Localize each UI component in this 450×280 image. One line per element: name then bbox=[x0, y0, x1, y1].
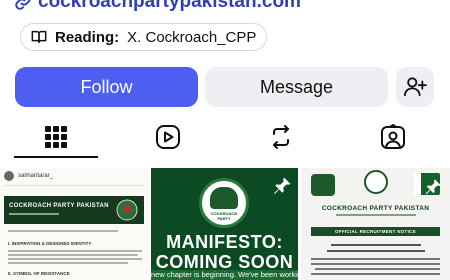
profile-link[interactable]: cockroachpartypakistan.com bbox=[14, 0, 301, 13]
post-header: salmantarar_ bbox=[0, 168, 148, 184]
follow-button[interactable]: Follow bbox=[15, 67, 198, 107]
text-line bbox=[8, 230, 118, 232]
text-line bbox=[327, 250, 425, 252]
party-logo: COCKROACH PARTY bbox=[199, 178, 249, 228]
message-label: Message bbox=[259, 76, 334, 97]
text-line bbox=[315, 268, 440, 270]
logo-text: COCKROACH PARTY bbox=[210, 211, 238, 221]
post-username: salmantarar_ bbox=[18, 173, 54, 179]
caption-strip: new chapter is beginning. We've been wor… bbox=[151, 270, 298, 280]
add-person-icon bbox=[403, 77, 427, 97]
active-tab-indicator bbox=[14, 156, 98, 158]
post-banner: COCKROACH PARTY PAKISTAN bbox=[4, 196, 144, 224]
reading-pill[interactable]: Reading: X. Cockroach_CPP bbox=[20, 23, 268, 51]
text-line bbox=[8, 262, 128, 264]
posts-grid: salmantarar_ COCKROACH PARTY PAKISTAN I.… bbox=[0, 168, 450, 280]
banner-title: COCKROACH PARTY PAKISTAN bbox=[9, 203, 109, 209]
subtitle-line bbox=[336, 214, 416, 216]
banner-subtitle-line bbox=[9, 213, 59, 215]
seal-emblem bbox=[311, 174, 335, 196]
notice-bar: OFFICIAL RECRUITMENT NOTICE bbox=[311, 227, 440, 236]
text-line bbox=[8, 254, 138, 256]
section-heading-1: I. INSPIRATION & DESIGNED IDENTITY bbox=[8, 241, 92, 246]
book-icon bbox=[31, 30, 47, 44]
add-friend-button[interactable] bbox=[396, 67, 434, 107]
pin-icon bbox=[274, 177, 291, 194]
logo-emblem bbox=[210, 187, 238, 209]
post-tile-1[interactable]: salmantarar_ COCKROACH PARTY PAKISTAN I.… bbox=[0, 168, 148, 280]
party-logo-small bbox=[364, 170, 388, 194]
caption-text: new chapter is beginning. We've been wor… bbox=[151, 270, 298, 279]
text-line bbox=[311, 258, 440, 260]
notice-text: OFFICIAL RECRUITMENT NOTICE bbox=[334, 229, 416, 234]
link-icon bbox=[15, 0, 31, 10]
post-tile-3[interactable]: COCKROACH PARTY PAKISTAN OFFICIAL RECRUI… bbox=[301, 168, 450, 280]
document-heading: COCKROACH PARTY PAKISTAN bbox=[321, 205, 430, 212]
profile-tabs bbox=[0, 116, 450, 158]
headline-1: MANIFESTO: bbox=[166, 232, 283, 252]
pin-icon bbox=[425, 179, 441, 195]
avatar bbox=[4, 171, 14, 181]
follow-label: Follow bbox=[80, 76, 133, 97]
text-line bbox=[311, 273, 440, 275]
tab-reposts[interactable] bbox=[251, 116, 311, 158]
tab-posts[interactable] bbox=[26, 116, 86, 158]
text-line bbox=[8, 250, 142, 252]
reels-icon bbox=[156, 125, 180, 149]
section-heading-2: II. SYMBOL OF RESISTANCE bbox=[8, 271, 70, 276]
link-text[interactable]: cockroachpartypakistan.com bbox=[38, 0, 301, 13]
tab-reels[interactable] bbox=[138, 116, 198, 158]
text-line bbox=[331, 244, 421, 246]
post-tile-2[interactable]: COCKROACH PARTY MANIFESTO: COMING SOON n… bbox=[151, 168, 298, 280]
emblem-icon bbox=[116, 199, 138, 221]
divider bbox=[4, 185, 144, 186]
reading-label: Reading: bbox=[55, 28, 120, 46]
tab-tagged[interactable] bbox=[363, 116, 423, 158]
reading-value: X. Cockroach_CPP bbox=[127, 28, 257, 46]
repost-icon bbox=[273, 125, 289, 149]
text-line bbox=[311, 263, 440, 265]
text-line bbox=[8, 258, 142, 260]
grid-icon bbox=[45, 126, 67, 148]
message-button[interactable]: Message bbox=[205, 67, 388, 107]
tagged-icon bbox=[381, 124, 405, 149]
